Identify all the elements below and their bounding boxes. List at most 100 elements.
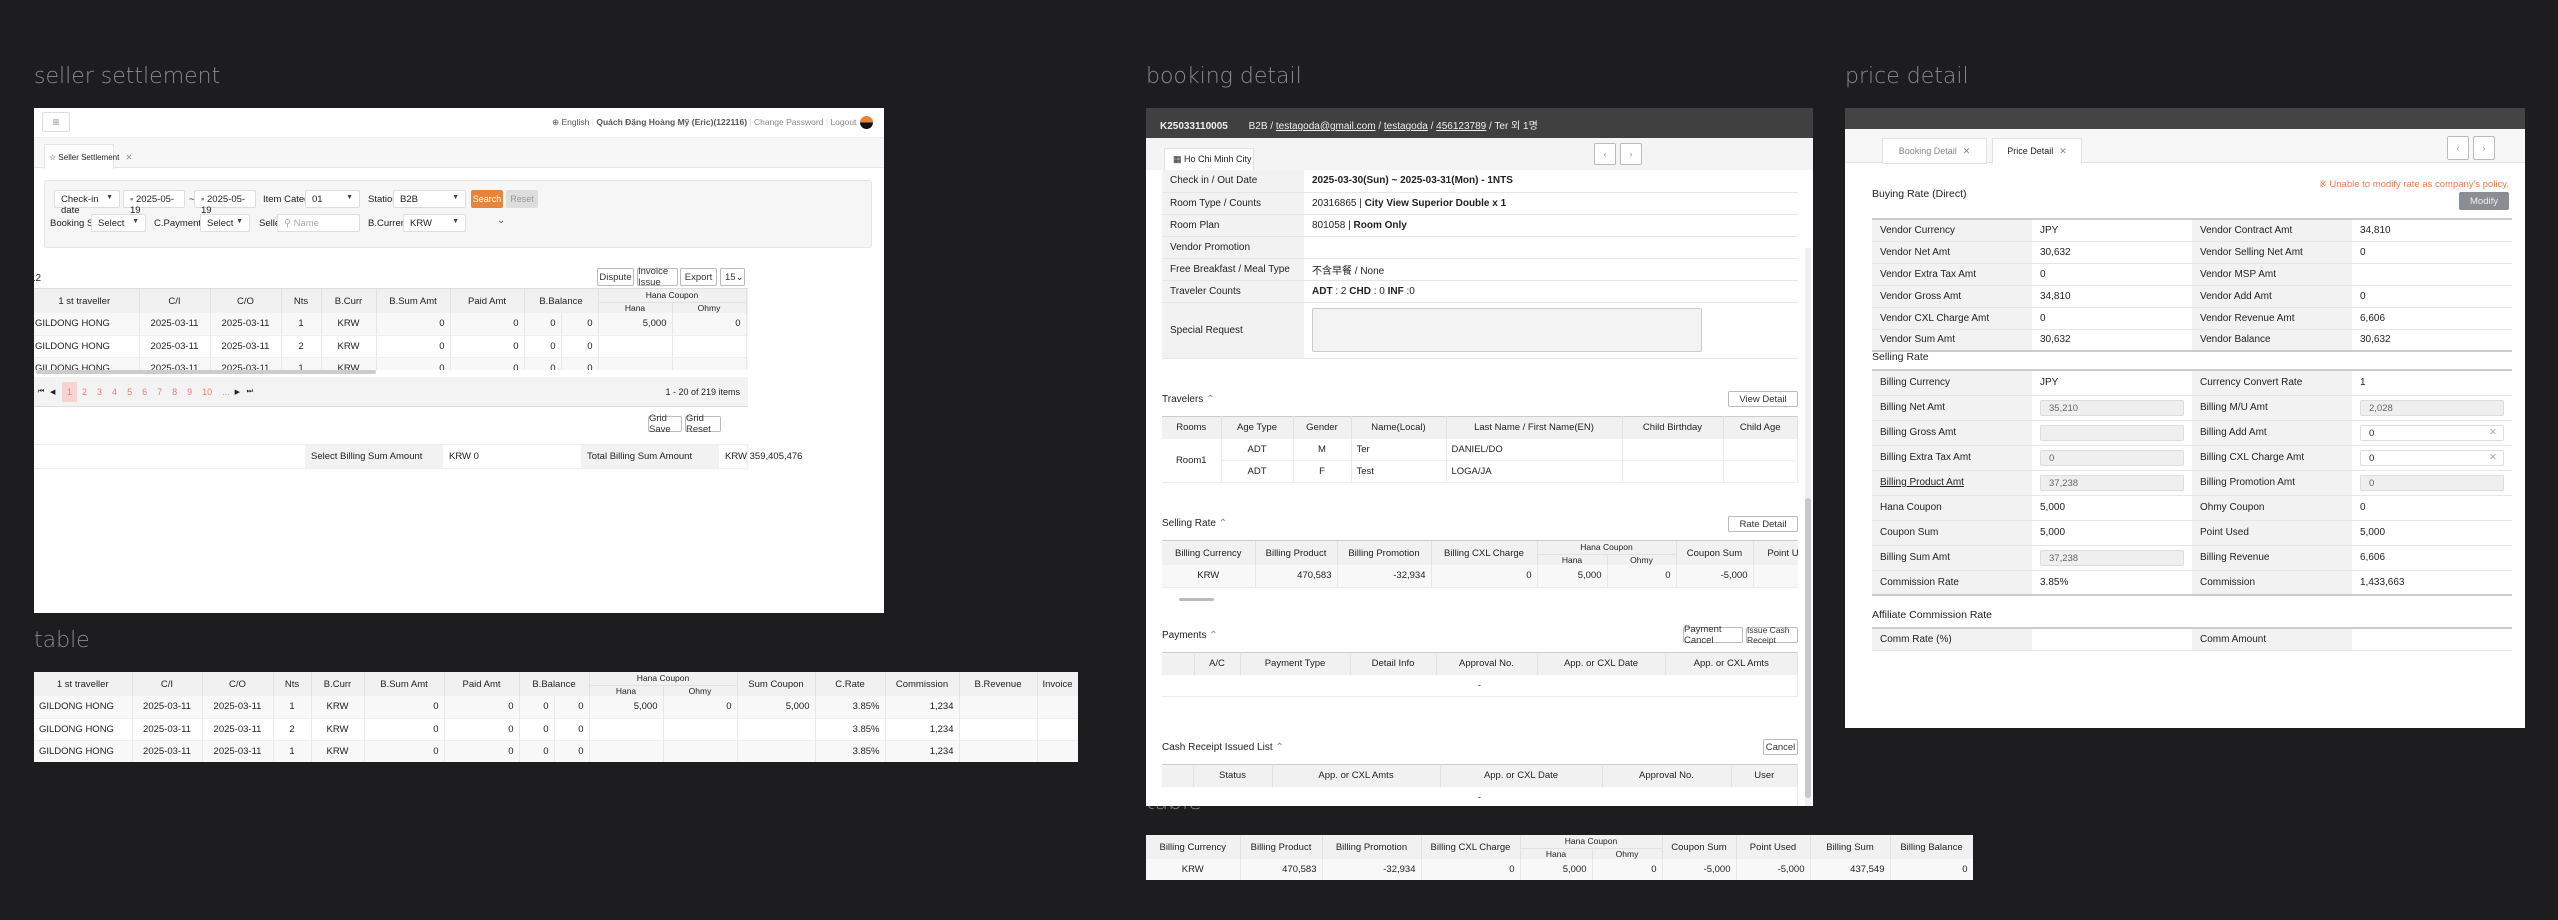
date-type-select[interactable]: Check-in date ▼ — [54, 190, 120, 216]
change-password-link[interactable]: Change Password — [754, 117, 823, 127]
column-header-paid-amt[interactable]: Paid Amt — [450, 289, 525, 313]
tab-seller-settlement[interactable]: ☆ Seller Settlement ✕ — [44, 144, 132, 169]
modify-button[interactable]: Modify — [2459, 192, 2509, 210]
item-category-select[interactable]: 01 ▼ — [305, 190, 360, 208]
payments-title[interactable]: Payments ⌃ — [1162, 630, 1218, 641]
column-header-sum-coupon[interactable]: Sum Coupon — [737, 672, 816, 696]
column-header-paid-amt[interactable]: Paid Amt — [444, 672, 520, 696]
page-10[interactable]: 10 — [197, 382, 217, 402]
horizontal-scrollbar[interactable] — [36, 370, 376, 374]
column-header-point-u[interactable]: Point U — [1753, 541, 1798, 565]
column-header-c-rate[interactable]: C.Rate — [815, 672, 886, 696]
column-header-billing-currency[interactable]: Billing Currency — [1162, 541, 1256, 565]
page-size-select[interactable]: 15 ⌄ — [720, 268, 745, 286]
export-button[interactable]: Export — [680, 268, 717, 286]
table-row[interactable]: GILDONG HONG 2025-03-11 2025-03-11 2 KRW 0 0 0 0… — [34, 335, 748, 358]
search-button[interactable]: Search — [471, 190, 503, 208]
column-header-billing-promotion[interactable]: Billing Promotion — [1322, 835, 1422, 859]
field-input[interactable]: 0 ✕ — [2360, 449, 2504, 466]
prev-button[interactable]: ‹ — [1594, 143, 1616, 165]
column-header-c-o[interactable]: C/O — [210, 289, 282, 313]
page-4[interactable]: 4 — [107, 382, 122, 402]
column-header-coupon-sum[interactable]: Coupon Sum — [1676, 541, 1754, 565]
column-header-b-balance[interactable]: B.Balance — [524, 289, 599, 313]
field-input[interactable]: 35,210 — [2040, 399, 2184, 416]
column-header-b-sum-amt[interactable]: B.Sum Amt — [364, 672, 445, 696]
column-header-billing-promotion[interactable]: Billing Promotion — [1337, 541, 1432, 565]
horizontal-scrollbar[interactable] — [1179, 598, 1214, 601]
email-link[interactable]: testagoda@gmail.com — [1276, 121, 1376, 132]
date-to-input[interactable]: ▪ 2025-05-19 — [194, 190, 256, 216]
first-page-icon[interactable]: ⏮ — [38, 388, 50, 396]
field-input[interactable]: 37,238 — [2040, 549, 2184, 566]
table-row[interactable]: KRW 470,583 -32,934 0 5,000 0 -5,000 — [1162, 565, 1798, 588]
view-detail-button[interactable]: View Detail — [1728, 391, 1798, 407]
cpayment-status-select[interactable]: Select ▼ — [200, 214, 250, 232]
column-header-billing-product[interactable]: Billing Product — [1255, 541, 1338, 565]
column-header-commission[interactable]: Commission — [885, 672, 960, 696]
clear-icon[interactable]: ✕ — [2489, 452, 2497, 463]
column-header-c-i[interactable]: C/I — [139, 289, 211, 313]
dispute-button[interactable]: Dispute — [597, 268, 634, 286]
rate-detail-button[interactable]: Rate Detail — [1728, 516, 1798, 532]
column-header-c-o[interactable]: C/O — [202, 672, 274, 696]
invoice-issue-button[interactable]: Invoice Issue — [637, 266, 678, 288]
column-header-invoice[interactable]: Invoice — [1037, 672, 1078, 696]
column-header-1-st-traveller[interactable]: 1 st traveller — [34, 672, 133, 696]
table-row[interactable]: GILDONG HONG 2025-03-11 2025-03-11 1 KRW 0 0 0 0… — [34, 696, 1078, 719]
tab-booking-detail[interactable]: Booking Detail ✕ — [1882, 138, 1987, 164]
menu-icon[interactable]: ≡ — [42, 112, 70, 132]
column-header-coupon-sum[interactable]: Coupon Sum — [1662, 835, 1737, 859]
field-input[interactable]: 0 ✕ — [2360, 424, 2504, 441]
grid-reset-button[interactable]: Grid Reset — [685, 413, 721, 435]
vertical-scrollbar[interactable] — [1805, 248, 1811, 806]
issue-cash-receipt-button[interactable]: Issue Cash Receipt — [1746, 625, 1798, 645]
page-6[interactable]: 6 — [137, 382, 152, 402]
last-page-icon[interactable]: ⏭ — [247, 388, 259, 396]
column-header-nts[interactable]: Nts — [273, 672, 312, 696]
account-link[interactable]: testagoda — [1384, 121, 1428, 132]
prev-page-icon[interactable]: ◀ — [50, 388, 62, 396]
payment-cancel-button[interactable]: Payment Cancel — [1683, 624, 1743, 646]
seller-search-input[interactable]: ⚲ Name — [277, 214, 360, 232]
column-header-billing-currency[interactable]: Billing Currency — [1146, 835, 1241, 859]
field-input[interactable] — [2040, 424, 2184, 441]
phone-link[interactable]: 456123789 — [1436, 121, 1486, 132]
grid-save-button[interactable]: Grid Save — [648, 413, 682, 435]
column-header-b-balance[interactable]: B.Balance — [519, 672, 590, 696]
column-header-billing-cxl-charge[interactable]: Billing CXL Charge — [1431, 541, 1538, 565]
table-row[interactable]: GILDONG HONG 2025-03-11 2025-03-11 1 KRW 0 0 0 0… — [34, 313, 748, 336]
page-7[interactable]: 7 — [152, 382, 167, 402]
field-input[interactable]: 0 — [2040, 449, 2184, 466]
table-row[interactable]: GILDONG HONG 2025-03-11 2025-03-11 1 KRW 0 0 0 0… — [34, 740, 1078, 762]
table-row[interactable]: KRW 470,583 -32,934 0 5,000 0 -5,000 -5,000 437,… — [1146, 859, 1973, 880]
column-header-1-st-traveller[interactable]: 1 st traveller — [34, 289, 140, 313]
prev-button[interactable]: ‹ — [2447, 136, 2469, 160]
column-header-b-sum-amt[interactable]: B.Sum Amt — [376, 289, 451, 313]
language-selector[interactable]: English — [562, 117, 590, 127]
booking-status-select[interactable]: Select ▼ — [91, 214, 146, 232]
page-1[interactable]: 1 — [62, 381, 78, 402]
page-3[interactable]: 3 — [92, 382, 107, 402]
date-from-input[interactable]: ▪ 2025-05-19 — [123, 190, 185, 216]
star-icon[interactable]: ☆ — [49, 153, 56, 162]
field-label[interactable]: Billing Product Amt — [1872, 470, 2032, 496]
logout-link[interactable]: Logout — [830, 117, 856, 127]
page-8[interactable]: 8 — [167, 382, 182, 402]
close-icon[interactable]: ✕ — [126, 153, 133, 162]
table-row[interactable]: GILDONG HONG 2025-03-11 2025-03-11 1 KRW 0 0 0 0… — [34, 357, 748, 370]
expand-chevron-icon[interactable]: ⌄ — [497, 215, 505, 226]
next-button[interactable]: › — [1620, 143, 1642, 165]
column-header-point-used[interactable]: Point Used — [1736, 835, 1811, 859]
field-input[interactable]: 2,028 — [2360, 399, 2504, 416]
page-blank[interactable]: ... — [217, 382, 235, 402]
station-select[interactable]: B2B ▼ — [393, 190, 466, 208]
column-header-b-curr[interactable]: B.Curr — [311, 672, 365, 696]
travelers-title[interactable]: Travelers ⌃ — [1162, 394, 1214, 405]
column-header-billing-cxl-charge[interactable]: Billing CXL Charge — [1421, 835, 1521, 859]
cash-receipt-title[interactable]: Cash Receipt Issued List ⌃ — [1162, 742, 1284, 753]
cash-receipt-cancel-button[interactable]: Cancel — [1763, 739, 1798, 755]
table-row[interactable]: GILDONG HONG 2025-03-11 2025-03-11 2 KRW 0 0 0 0… — [34, 718, 1078, 741]
tab-hotel[interactable]: ▦ Ho Chi Minh City — [1164, 148, 1254, 170]
column-header-b-revenue[interactable]: B.Revenue — [959, 672, 1038, 696]
